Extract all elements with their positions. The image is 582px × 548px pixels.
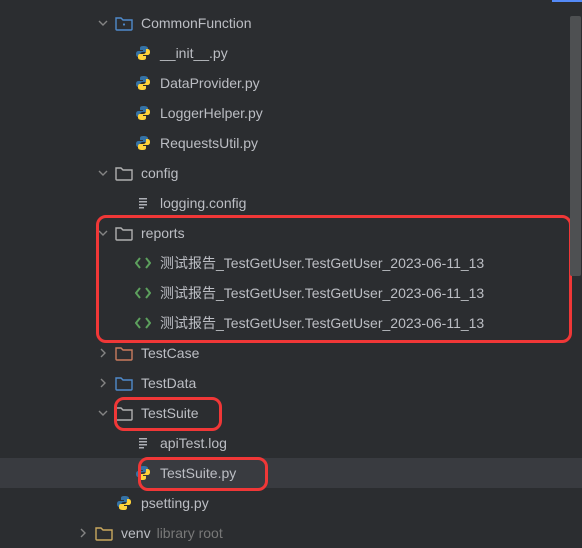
tree-folder-venv[interactable]: venv library root	[0, 518, 582, 548]
tree-label: TestSuite.py	[160, 465, 236, 481]
tree-file-testsuitepy[interactable]: TestSuite.py	[0, 458, 582, 488]
tree-label: DataProvider.py	[160, 75, 260, 91]
tree-label: 测试报告_TestGetUser.TestGetUser_2023-06-11_…	[160, 313, 484, 333]
folder-icon	[115, 164, 133, 182]
python-file-icon	[134, 464, 152, 482]
tree-label: 测试报告_TestGetUser.TestGetUser_2023-06-11_…	[160, 253, 484, 273]
tree-file-init[interactable]: __init__.py	[0, 38, 582, 68]
tree-label: 测试报告_TestGetUser.TestGetUser_2023-06-11_…	[160, 283, 484, 303]
python-file-icon	[134, 74, 152, 92]
tree-file-psetting[interactable]: psetting.py	[0, 488, 582, 518]
tree-label: TestCase	[141, 345, 199, 361]
tree-file-loggingconfig[interactable]: logging.config	[0, 188, 582, 218]
tree-label: TestSuite	[141, 405, 199, 421]
tree-file-report[interactable]: 测试报告_TestGetUser.TestGetUser_2023-06-11_…	[0, 308, 582, 338]
scrollbar[interactable]	[569, 16, 582, 537]
tree-label: reports	[141, 225, 185, 241]
tree-label: CommonFunction	[141, 15, 252, 31]
tree-label: __init__.py	[160, 45, 228, 61]
python-file-icon	[134, 134, 152, 152]
tree-folder-reports[interactable]: reports	[0, 218, 582, 248]
folder-excluded-icon	[115, 344, 133, 362]
chevron-down-icon	[95, 228, 111, 238]
text-file-icon	[134, 434, 152, 452]
tree-folder-commonfunction[interactable]: CommonFunction	[0, 8, 582, 38]
tree-label: psetting.py	[141, 495, 209, 511]
tree-file-requestsutil[interactable]: RequestsUtil.py	[0, 128, 582, 158]
python-file-icon	[134, 104, 152, 122]
html-file-icon	[134, 314, 152, 332]
scrollbar-thumb[interactable]	[570, 16, 581, 276]
tree-folder-testsuite[interactable]: TestSuite	[0, 398, 582, 428]
tree-file-dataprovider[interactable]: DataProvider.py	[0, 68, 582, 98]
tree-file-apitestlog[interactable]: apiTest.log	[0, 428, 582, 458]
tree-label-hint: library root	[157, 525, 223, 541]
folder-icon	[115, 404, 133, 422]
folder-icon	[115, 224, 133, 242]
tree-file-loggerhelper[interactable]: LoggerHelper.py	[0, 98, 582, 128]
chevron-down-icon	[95, 408, 111, 418]
chevron-right-icon	[95, 378, 111, 388]
html-file-icon	[134, 284, 152, 302]
chevron-down-icon	[95, 18, 111, 28]
tree-label: LoggerHelper.py	[160, 105, 263, 121]
tree-label: TestData	[141, 375, 196, 391]
project-tree: CommonFunction __init__.py DataProvider.…	[0, 0, 582, 548]
tree-file-report[interactable]: 测试报告_TestGetUser.TestGetUser_2023-06-11_…	[0, 248, 582, 278]
tree-label: venv	[121, 525, 151, 541]
chevron-down-icon	[95, 168, 111, 178]
python-file-icon	[134, 44, 152, 62]
python-file-icon	[115, 494, 133, 512]
folder-package-icon	[115, 14, 133, 32]
tree-folder-config[interactable]: config	[0, 158, 582, 188]
chevron-right-icon	[95, 348, 111, 358]
tree-file-report[interactable]: 测试报告_TestGetUser.TestGetUser_2023-06-11_…	[0, 278, 582, 308]
tree-label: RequestsUtil.py	[160, 135, 258, 151]
text-file-icon	[134, 194, 152, 212]
folder-resource-icon	[115, 374, 133, 392]
tree-label: logging.config	[160, 195, 246, 211]
html-file-icon	[134, 254, 152, 272]
tree-label: apiTest.log	[160, 435, 227, 451]
tree-label: config	[141, 165, 178, 181]
tree-folder-testcase[interactable]: TestCase	[0, 338, 582, 368]
folder-library-icon	[95, 524, 113, 542]
tree-folder-testdata[interactable]: TestData	[0, 368, 582, 398]
